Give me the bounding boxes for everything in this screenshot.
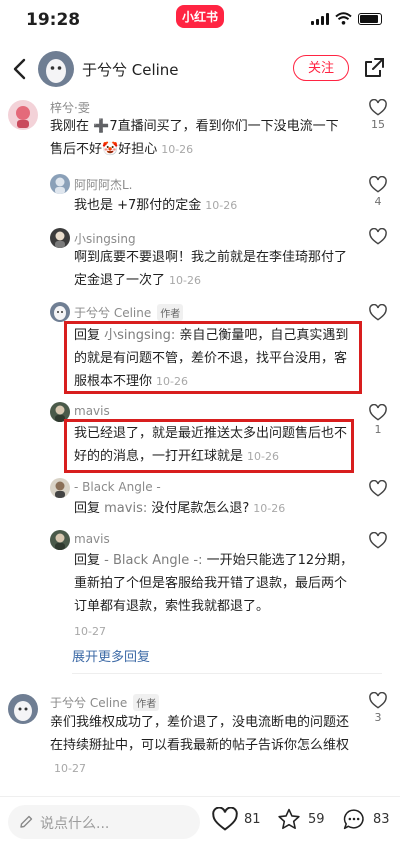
highlight-box: [64, 419, 354, 473]
heart-icon: [369, 404, 387, 421]
heart-icon: [369, 176, 387, 193]
comment-date: 10-26: [169, 274, 201, 287]
comment-input-placeholder: 说点什么...: [40, 816, 110, 832]
reply-item: 阿阿阿杰L. 我也是 +7那付的定金 10-26 4: [0, 172, 400, 220]
heart-icon: [369, 304, 387, 321]
like-count: 4: [374, 195, 382, 208]
commenter-avatar[interactable]: [50, 228, 70, 248]
back-arrow-icon[interactable]: [8, 56, 34, 82]
commenter-name[interactable]: 阿阿阿杰L.: [74, 176, 133, 193]
heart-icon: [369, 228, 387, 245]
comment-text: 回复 - Black Angle -: 一开始只能选了12分期，重新拍了个但是客…: [74, 553, 354, 614]
system-icons: [311, 12, 382, 25]
like-button[interactable]: [367, 480, 389, 497]
commenter-avatar[interactable]: [8, 100, 38, 130]
like-button[interactable]: 3: [367, 692, 389, 724]
author-avatar[interactable]: [38, 51, 74, 87]
comment-count: 83: [373, 812, 390, 827]
comment-text: 亲们我维权成功了，差价退了，没电流断电的问题还在持续掰扯中，可以看我最新的帖子告…: [50, 715, 350, 775]
like-count: 15: [371, 118, 385, 131]
comment-date: 10-27: [54, 762, 86, 775]
reply-item: 小singsing 啊到底要不要退啊！我之前就是在李佳琦那付了定金退了一次了 10…: [0, 228, 400, 292]
brand-badge: 小红书: [176, 5, 225, 28]
divider: [72, 673, 382, 674]
heart-icon: [369, 532, 387, 549]
commenter-name[interactable]: mavis: [74, 404, 110, 418]
heart-icon: [369, 692, 387, 709]
reply-item: - Black Angle - 回复 mavis: 没付尾款怎么退? 10-26: [0, 478, 400, 522]
comment-date: 10-26: [205, 199, 238, 212]
comment-item: 梓兮·雯 我刚在 ➕7直播间买了，看到你们一下没电流一下售后不好🤡好担心 10-2…: [0, 96, 400, 166]
clown-emoji: 🤡: [102, 142, 119, 157]
star-icon: [278, 808, 300, 830]
commenter-name[interactable]: - Black Angle -: [74, 480, 161, 494]
like-button[interactable]: [367, 304, 389, 321]
like-button[interactable]: 1: [367, 404, 389, 436]
like-count: 1: [374, 423, 382, 436]
commenter-avatar[interactable]: [50, 174, 70, 194]
heart-icon: [369, 99, 387, 116]
like-button[interactable]: [367, 532, 389, 549]
heart-icon: [212, 807, 238, 831]
commenter-name[interactable]: 梓兮·雯: [50, 99, 90, 116]
comment-text: 啊到底要不要退啊！我之前就是在李佳琦那付了定金退了一次了 10-26: [74, 250, 348, 288]
like-button[interactable]: 4: [367, 176, 389, 208]
commenter-avatar[interactable]: [50, 478, 70, 498]
highlight-box: [64, 321, 362, 394]
commenter-name[interactable]: 于兮兮 Celine 作者: [50, 694, 160, 711]
comments-button[interactable]: 83: [341, 807, 390, 832]
comment-date: 10-26: [253, 502, 286, 515]
wifi-icon: [335, 12, 352, 25]
commenter-avatar[interactable]: [8, 694, 38, 724]
author-badge: 作者: [133, 694, 160, 711]
battery-icon: [358, 12, 382, 25]
comment-text: 我刚在 ➕7直播间买了，看到你们一下没电流一下售后不好🤡好担心 10-26: [50, 119, 339, 157]
comment-input[interactable]: 说点什么...: [8, 805, 200, 839]
chat-bubble-icon: [343, 809, 364, 830]
commenter-avatar[interactable]: [50, 530, 70, 550]
reply-mention[interactable]: - Black Angle -:: [104, 553, 202, 568]
reply-item: mavis 回复 - Black Angle -: 一开始只能选了12分期，重新…: [0, 530, 400, 640]
clock: 19:28: [26, 10, 81, 30]
bottom-action-bar: 说点什么... 81 59 83: [0, 796, 400, 845]
comment-text: 我也是 +7那付的定金 10-26: [74, 198, 238, 213]
commenter-name[interactable]: mavis: [74, 532, 110, 546]
follow-button[interactable]: 关注: [293, 55, 349, 81]
comment-item: 于兮兮 Celine 作者 亲们我维权成功了，差价退了，没电流断电的问题还在持续掰…: [0, 690, 400, 786]
like-button[interactable]: [367, 228, 389, 245]
like-button[interactable]: 15: [367, 99, 389, 131]
status-bar: 19:28 小红书: [0, 0, 400, 38]
comment-date: 10-27: [74, 625, 106, 638]
pencil-icon: [20, 815, 33, 828]
top-nav: 于兮兮 Celine 关注: [0, 44, 400, 94]
cellular-signal-icon: [311, 12, 329, 25]
commenter-name[interactable]: 小singsing: [74, 230, 136, 247]
commenter-avatar[interactable]: [50, 302, 70, 322]
commenter-name[interactable]: 于兮兮 Celine 作者: [74, 304, 184, 321]
collect-button[interactable]: 59: [276, 807, 325, 832]
comment-date: 10-26: [161, 143, 194, 156]
expand-more-replies[interactable]: 展开更多回复: [72, 646, 150, 665]
reply-mention[interactable]: mavis:: [104, 501, 147, 516]
author-badge: 作者: [157, 304, 184, 321]
share-icon[interactable]: [362, 56, 386, 80]
post-like-count: 81: [244, 811, 261, 827]
author-name[interactable]: 于兮兮 Celine: [82, 59, 179, 80]
heart-icon: [369, 480, 387, 497]
like-count: 3: [374, 711, 382, 724]
comment-text: 回复 mavis: 没付尾款怎么退? 10-26: [74, 501, 286, 516]
collect-count: 59: [308, 812, 325, 827]
like-post-button[interactable]: 81: [212, 807, 261, 831]
